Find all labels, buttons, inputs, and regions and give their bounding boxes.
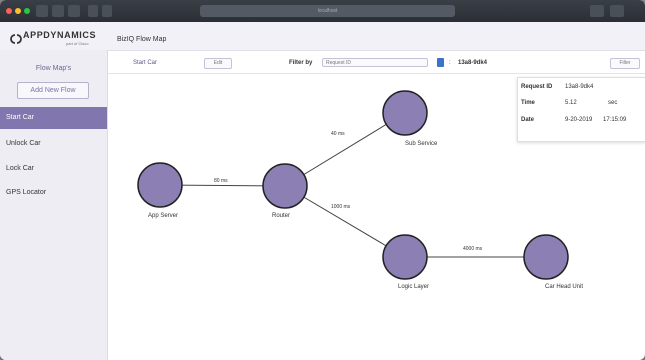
edge-latency-label: 1000 ms — [331, 204, 351, 210]
time-value: 5.12 — [565, 100, 577, 106]
node-car-head-unit[interactable] — [523, 234, 569, 280]
node-app-server[interactable] — [137, 162, 183, 208]
node-sub-service[interactable] — [382, 90, 428, 136]
browser-window: localhost APPDYNAMICS part of Cisco BizI… — [0, 0, 645, 360]
node-label-router: Router — [272, 213, 291, 219]
request-id-label: Request ID — [521, 84, 553, 90]
node-label-logic-layer: Logic Layer — [398, 284, 430, 290]
node-router[interactable] — [262, 163, 308, 209]
request-id-value: 13a8-9dk4 — [565, 84, 594, 90]
date-value: 9-20-2019 — [565, 117, 593, 123]
date-label: Date — [521, 117, 535, 123]
node-label-app-server: App Server — [148, 213, 179, 219]
date-time-value: 17:15:09 — [603, 117, 627, 123]
time-label: Time — [521, 100, 535, 106]
time-unit: sec — [608, 100, 618, 106]
node-logic-layer[interactable] — [382, 234, 428, 280]
edge-latency-label: 4000 ms — [463, 246, 483, 252]
node-label-sub-service: Sub Service — [405, 141, 438, 147]
flow-map-canvas — [137, 90, 569, 280]
node-label-car-head-unit: Car Head Unit — [545, 284, 584, 290]
edge-latency-label: 40 ms — [331, 131, 345, 137]
edge-latency-label: 80 ms — [214, 178, 228, 184]
